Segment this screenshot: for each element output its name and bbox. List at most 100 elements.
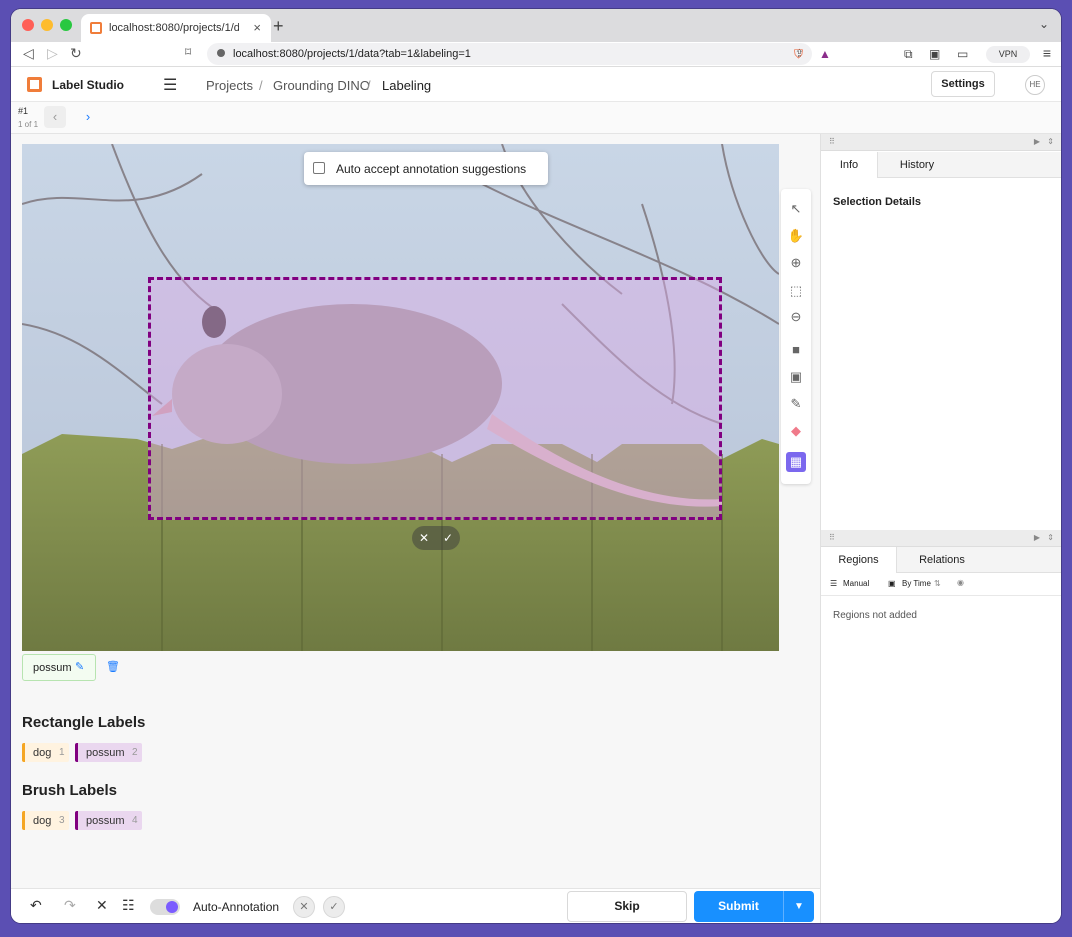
regions-tabs: Regions Relations bbox=[821, 547, 1061, 573]
maximize-window-button[interactable] bbox=[60, 19, 72, 31]
extensions-icon[interactable]: ⧉ bbox=[904, 47, 913, 62]
collapse-arrow-icon[interactable]: ▶ bbox=[1034, 533, 1040, 542]
auto-annotation-toggle[interactable] bbox=[150, 899, 180, 915]
regions-panel-header[interactable]: ⠿ ▶ ⇕ bbox=[821, 530, 1061, 547]
sort-direction-icon[interactable]: ⇅ bbox=[934, 579, 941, 588]
breadcrumb-separator: / bbox=[259, 78, 263, 93]
skip-button[interactable]: Skip bbox=[567, 891, 687, 922]
drag-handle-icon[interactable]: ⠿ bbox=[829, 533, 835, 542]
label-studio-logo bbox=[27, 77, 42, 92]
expand-icon[interactable]: ⇕ bbox=[1047, 533, 1054, 542]
task-navigation: #1 1 of 1 ‹ › bbox=[11, 102, 1061, 134]
eraser-icon[interactable]: ◆ bbox=[786, 421, 806, 441]
new-tab-icon[interactable]: + bbox=[273, 16, 284, 37]
zoom-out-icon[interactable]: ⊖ bbox=[786, 307, 806, 327]
site-info-icon[interactable] bbox=[217, 49, 225, 57]
tab-regions[interactable]: Regions bbox=[821, 547, 897, 573]
label-chip-possum[interactable]: possum 4 bbox=[75, 811, 142, 830]
breadcrumb-project[interactable]: Grounding DINO bbox=[273, 78, 370, 93]
visibility-icon[interactable]: ◉ bbox=[957, 578, 964, 587]
brush-icon[interactable]: ✎ bbox=[786, 394, 806, 414]
brave-shields-icon[interactable]: ⛉ bbox=[794, 47, 803, 62]
bounding-box-region[interactable] bbox=[148, 277, 722, 520]
calendar-icon[interactable]: ▣ bbox=[888, 579, 896, 588]
url-text: localhost:8080/projects/1/data?tab=1&lab… bbox=[233, 48, 471, 60]
rectangle-alt-icon[interactable]: ▣ bbox=[786, 367, 806, 387]
drag-handle-icon[interactable]: ⠿ bbox=[829, 137, 835, 146]
prev-task-button[interactable]: ‹ bbox=[44, 106, 66, 128]
reload-icon[interactable]: ↻ bbox=[70, 45, 82, 62]
browser-menu-icon[interactable]: ≡ bbox=[1043, 45, 1051, 61]
tab-info[interactable]: Info bbox=[821, 152, 878, 178]
sort-by-time-button[interactable]: By Time bbox=[902, 579, 931, 588]
edit-pencil-icon[interactable]: ✎ bbox=[75, 660, 84, 673]
settings-sliders-icon[interactable]: ☷ bbox=[122, 897, 135, 914]
chevron-down-icon[interactable]: ⌄ bbox=[1039, 17, 1049, 31]
forward-icon[interactable]: ▷ bbox=[47, 45, 58, 62]
side-panel: ⠿ ▶ ⇕ Info History Selection Details ⠿ ▶… bbox=[820, 134, 1061, 923]
manual-order-icon[interactable]: ☰ bbox=[830, 579, 837, 588]
vpn-button[interactable]: VPN bbox=[986, 46, 1030, 63]
delete-trash-icon[interactable]: 🗑 bbox=[106, 660, 120, 673]
info-tabs: Info History bbox=[821, 152, 1061, 178]
avatar[interactable]: HE bbox=[1025, 75, 1045, 95]
bookmark-icon[interactable]: ⌑ bbox=[185, 45, 191, 59]
chip-label: possum bbox=[86, 747, 125, 759]
reject-all-button[interactable]: ✕ bbox=[293, 896, 315, 918]
close-window-button[interactable] bbox=[22, 19, 34, 31]
expand-icon[interactable]: ⇕ bbox=[1047, 137, 1054, 146]
minimize-window-button[interactable] bbox=[41, 19, 53, 31]
rectangle-icon[interactable]: ■ bbox=[786, 340, 806, 360]
auto-accept-label: Auto accept annotation suggestions bbox=[336, 162, 527, 176]
rewards-icon[interactable]: ▲ bbox=[819, 47, 831, 61]
chip-label: possum bbox=[86, 815, 125, 827]
accept-all-button[interactable]: ✓ bbox=[323, 896, 345, 918]
label-chip-dog[interactable]: dog 1 bbox=[22, 743, 69, 762]
fit-screen-icon[interactable]: ⬚ bbox=[786, 281, 806, 301]
chip-label: dog bbox=[33, 815, 52, 827]
url-field[interactable]: localhost:8080/projects/1/data?tab=1&lab… bbox=[207, 43, 812, 65]
hamburger-menu-icon[interactable]: ☰ bbox=[163, 75, 177, 95]
label-chip-possum[interactable]: possum 2 bbox=[75, 743, 142, 762]
sidebar-icon[interactable]: ▣ bbox=[929, 47, 940, 61]
settings-button[interactable]: Settings bbox=[931, 71, 995, 97]
sort-manual-button[interactable]: Manual bbox=[843, 579, 869, 588]
breadcrumb-projects[interactable]: Projects bbox=[206, 78, 253, 93]
submit-dropdown-chevron-icon[interactable]: ▼ bbox=[783, 891, 814, 922]
selected-region-label[interactable]: possum ✎ bbox=[22, 654, 96, 681]
wallet-icon[interactable]: ▭ bbox=[957, 47, 968, 61]
collapse-arrow-icon[interactable]: ▶ bbox=[1034, 137, 1040, 146]
pan-hand-icon[interactable]: ✋ bbox=[786, 226, 806, 246]
tab-relations[interactable]: Relations bbox=[907, 547, 977, 573]
auto-accept-checkbox[interactable] bbox=[313, 162, 325, 174]
reset-close-icon[interactable]: ✕ bbox=[96, 897, 108, 914]
bottom-action-bar: ↶ ↷ ✕ ☷ Auto-Annotation ✕ ✓ Skip Submit … bbox=[11, 888, 820, 923]
redo-icon[interactable]: ↷ bbox=[64, 897, 76, 914]
app-header: Label Studio ☰ Projects / Grounding DINO… bbox=[11, 67, 1061, 102]
next-task-button[interactable]: › bbox=[77, 106, 99, 128]
browser-window: localhost:8080/projects/1/data × + ⌄ ◁ ▷… bbox=[11, 9, 1061, 923]
brush-labels-heading: Brush Labels bbox=[22, 782, 118, 799]
auto-accept-toggle[interactable]: Auto accept annotation suggestions bbox=[304, 152, 548, 185]
info-panel-header[interactable]: ⠿ ▶ ⇕ bbox=[821, 134, 1061, 151]
address-bar-row: ◁ ▷ ↻ ⌑ localhost:8080/projects/1/data?t… bbox=[11, 42, 1061, 67]
pointer-icon[interactable]: ↖ bbox=[786, 199, 806, 219]
tab-history[interactable]: History bbox=[885, 152, 949, 178]
tools-toolbar: ↖ ✋ ⊕ ⬚ ⊖ ■ ▣ ✎ ◆ ▦ bbox=[781, 189, 811, 484]
image-canvas[interactable]: Auto accept annotation suggestions ✕ ✓ bbox=[22, 144, 779, 651]
accept-suggestion-icon[interactable]: ✓ bbox=[438, 528, 458, 548]
undo-icon[interactable]: ↶ bbox=[30, 897, 42, 914]
toggle-knob bbox=[166, 901, 178, 913]
smart-rectangle-icon[interactable]: ▦ bbox=[786, 452, 806, 472]
chip-label: dog bbox=[33, 747, 52, 759]
submit-button[interactable]: Submit bbox=[694, 891, 783, 922]
regions-empty-text: Regions not added bbox=[833, 610, 917, 621]
zoom-in-icon[interactable]: ⊕ bbox=[786, 253, 806, 273]
app-name: Label Studio bbox=[52, 78, 124, 92]
auto-annotation-label: Auto-Annotation bbox=[193, 900, 280, 914]
label-chip-dog[interactable]: dog 3 bbox=[22, 811, 69, 830]
browser-tab[interactable]: localhost:8080/projects/1/data × bbox=[81, 14, 271, 42]
back-icon[interactable]: ◁ bbox=[23, 45, 34, 62]
close-tab-icon[interactable]: × bbox=[253, 20, 261, 35]
reject-suggestion-icon[interactable]: ✕ bbox=[414, 528, 434, 548]
